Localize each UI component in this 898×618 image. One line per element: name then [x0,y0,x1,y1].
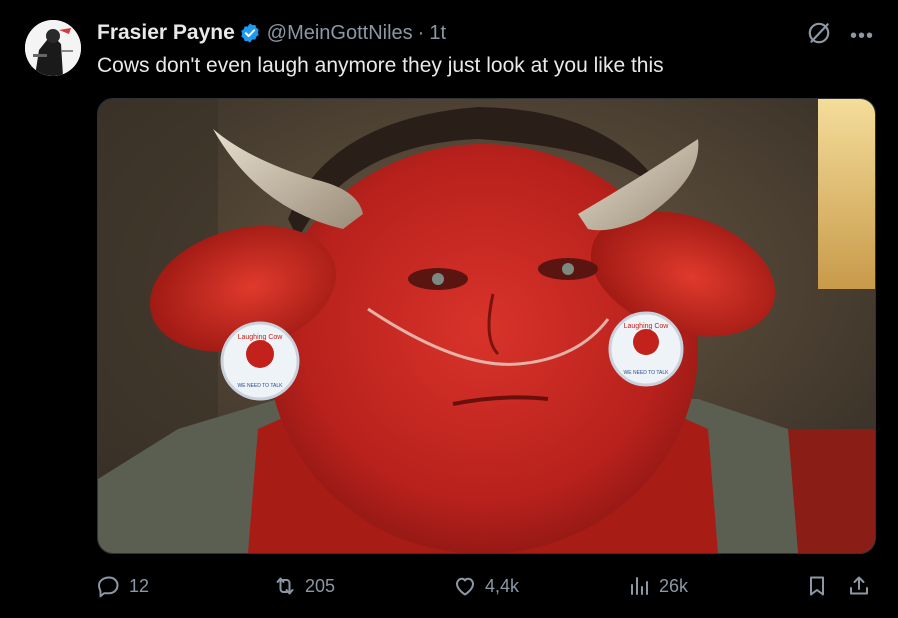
verified-icon [239,22,261,44]
repost-button[interactable]: 205 [273,568,335,604]
author-handle[interactable]: @MeinGottNiles [267,22,413,45]
reply-count: 12 [129,575,150,596]
bookmark-icon [810,576,824,596]
views-icon [631,577,648,595]
earring-badge-right: Laughing Cow WE NEED TO TALK [608,311,684,387]
like-button[interactable]: 4,4k [453,568,519,604]
tweet[interactable]: Frasier Payne @MeinGottNiles · 1t ••• Co… [0,0,898,618]
views-button[interactable]: 26k [627,568,688,604]
view-count: 26k [659,575,689,596]
tweet-actions-bar: 12 205 4,4k 26k [97,568,874,604]
svg-text:WE NEED TO TALK: WE NEED TO TALK [238,383,284,389]
tweet-top-actions: ••• [806,20,874,51]
repost-icon [276,577,294,595]
separator-dot: · [417,21,425,44]
reply-button[interactable]: 12 [97,568,149,604]
tweet-header: Frasier Payne @MeinGottNiles · 1t [97,18,446,48]
svg-text:WE NEED TO TALK: WE NEED TO TALK [624,370,670,376]
author-name[interactable]: Frasier Payne [97,21,235,45]
reply-icon [98,576,119,598]
share-button[interactable] [847,568,871,604]
like-count: 4,4k [485,575,520,596]
tweet-time[interactable]: 1t [429,22,446,45]
earring-badge-left: Laughing Cow WE NEED TO TALK [220,321,300,401]
grok-icon[interactable] [806,20,832,51]
bookmark-button[interactable] [805,568,829,604]
share-icon [850,576,868,595]
avatar[interactable] [25,20,81,76]
repost-count: 205 [305,575,336,596]
more-icon[interactable]: ••• [850,26,874,46]
tweet-media-image[interactable]: Laughing Cow WE NEED TO TALK Laughing Co… [97,98,876,554]
like-icon [456,577,474,596]
svg-text:Laughing Cow: Laughing Cow [238,334,284,341]
svg-text:Laughing Cow: Laughing Cow [624,323,670,330]
tweet-text: Cows don't even laugh anymore they just … [97,54,664,77]
